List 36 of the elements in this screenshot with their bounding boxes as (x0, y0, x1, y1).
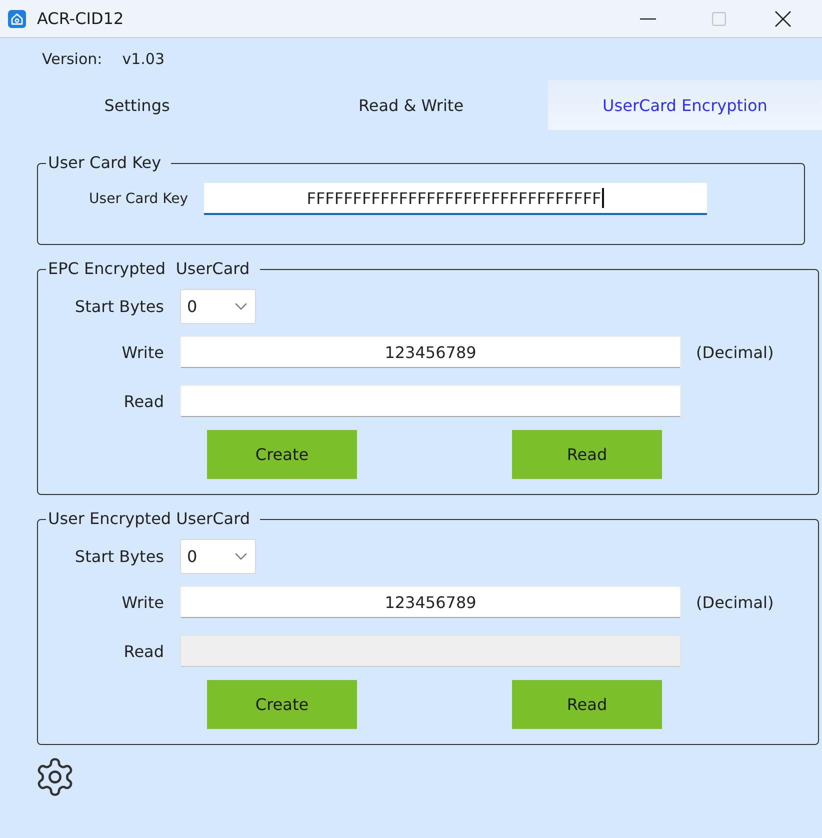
field-label: Read (122, 642, 164, 660)
field-label: User Card Key (88, 191, 188, 207)
tab[interactable]: Read & Write (274, 80, 548, 130)
version-value: v1.03 (122, 50, 164, 68)
minimize-icon (640, 18, 656, 20)
create-button[interactable]: Create (207, 430, 357, 479)
settings-icon[interactable] (36, 758, 74, 796)
read-button[interactable]: Read (512, 430, 662, 479)
input-field[interactable]: 123456789 (180, 586, 681, 618)
group-title: User Encrypted UserCard (47, 509, 252, 529)
field-label: Write (120, 342, 164, 362)
close-icon (775, 10, 791, 26)
dropdown[interactable]: 0 (180, 289, 256, 324)
text-cursor (602, 188, 604, 208)
unit-label: (Decimal) (696, 592, 774, 612)
chevron-down-icon (235, 303, 247, 310)
create-button[interactable]: Create (207, 680, 357, 729)
window-title: ACR-CID12 (37, 9, 124, 28)
version-label: Version: (42, 50, 102, 68)
key-input-field[interactable]: FFFFFFFFFFFFFFFFFFFFFFFFFFFFFFFF (204, 183, 707, 215)
tab[interactable]: Settings (0, 80, 274, 130)
input-field[interactable]: 123456789 (180, 336, 681, 368)
group-title: EPC Encrypted UserCard (47, 259, 251, 279)
read-button[interactable]: Read (512, 680, 662, 729)
field-label: Read (122, 392, 164, 410)
maximize-icon (712, 12, 726, 26)
app-icon (8, 10, 26, 28)
field-label: Start Bytes (74, 297, 164, 316)
unit-label: (Decimal) (696, 342, 774, 362)
dropdown[interactable]: 0 (180, 539, 256, 574)
chevron-down-icon (235, 553, 247, 560)
input-field[interactable] (180, 385, 681, 417)
tab[interactable]: UserCard Encryption (548, 80, 822, 130)
field-label: Write (120, 592, 164, 612)
group-title: User Card Key (47, 153, 162, 173)
field-label: Start Bytes (74, 547, 164, 566)
